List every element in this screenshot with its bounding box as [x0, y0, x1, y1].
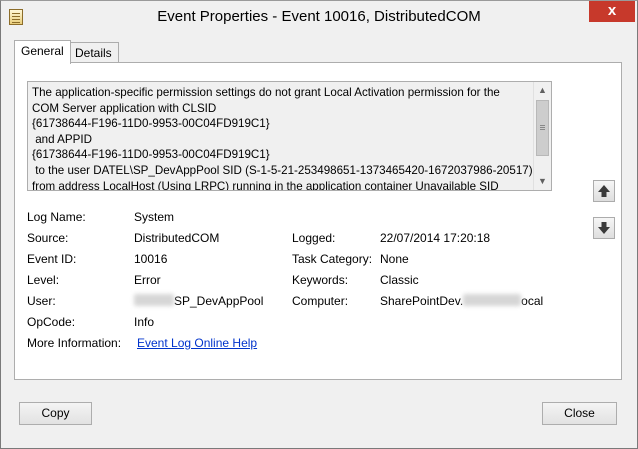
logged-value: 22/07/2014 17:20:18 — [380, 231, 491, 245]
tab-general[interactable]: General — [14, 40, 71, 64]
tab-details[interactable]: Details — [68, 42, 119, 63]
tab-details-label: Details — [75, 46, 112, 60]
level-label: Level: — [27, 273, 60, 287]
log-name-value: System — [134, 210, 175, 224]
user-value: SP_DevAppPool — [134, 294, 263, 308]
computer-label: Computer: — [292, 294, 349, 308]
keywords-label: Keywords: — [292, 273, 349, 287]
log-name-label: Log Name: — [27, 210, 86, 224]
arrow-up-icon — [598, 185, 610, 197]
event-description-text[interactable]: The application-specific permission sett… — [32, 85, 533, 190]
close-button-label: Close — [564, 406, 595, 420]
redacted-computer-blur — [463, 294, 522, 306]
scrollbar-grip-icon — [540, 125, 545, 126]
next-event-button[interactable] — [593, 217, 615, 239]
scrollbar-thumb[interactable] — [536, 100, 549, 156]
opcode-label: OpCode: — [27, 315, 76, 329]
computer-value-prefix: SharePointDev. — [380, 294, 464, 308]
window-title: Event Properties - Event 10016, Distribu… — [157, 8, 481, 25]
level-value: Error — [134, 273, 161, 287]
title-bar[interactable]: Event Properties - Event 10016, Distribu… — [1, 1, 637, 33]
general-tab-panel: The application-specific permission sett… — [14, 62, 622, 380]
task-category-label: Task Category: — [292, 252, 373, 266]
scroll-down-arrow-icon[interactable]: ▼ — [534, 173, 551, 190]
copy-button-label: Copy — [41, 406, 70, 420]
source-label: Source: — [27, 231, 69, 245]
computer-value-suffix: ocal — [521, 294, 544, 308]
copy-button[interactable]: Copy — [19, 402, 92, 425]
tab-general-label: General — [21, 44, 64, 58]
user-value-visible: SP_DevAppPool — [174, 294, 264, 308]
more-information-label: More Information: — [27, 336, 122, 350]
computer-value: SharePointDev. ocal — [380, 294, 543, 308]
previous-event-button[interactable] — [593, 180, 615, 202]
user-label: User: — [27, 294, 56, 308]
event-id-value: 10016 — [134, 252, 168, 266]
close-icon: x — [607, 2, 617, 19]
event-properties-window: Event Properties - Event 10016, Distribu… — [0, 0, 638, 449]
redacted-domain-blur — [134, 294, 174, 306]
arrow-down-icon — [598, 222, 610, 234]
source-value: DistributedCOM — [134, 231, 220, 245]
close-window-button[interactable]: x — [589, 1, 635, 22]
event-description-box[interactable]: The application-specific permission sett… — [27, 81, 552, 191]
opcode-value: Info — [134, 315, 155, 329]
event-log-online-help-link[interactable]: Event Log Online Help — [137, 336, 257, 350]
scroll-up-arrow-icon[interactable]: ▲ — [534, 82, 551, 99]
close-button[interactable]: Close — [542, 402, 617, 425]
event-id-label: Event ID: — [27, 252, 77, 266]
task-category-value: None — [380, 252, 409, 266]
keywords-value: Classic — [380, 273, 419, 287]
description-scrollbar[interactable]: ▲ ▼ — [533, 82, 551, 190]
logged-label: Logged: — [292, 231, 336, 245]
